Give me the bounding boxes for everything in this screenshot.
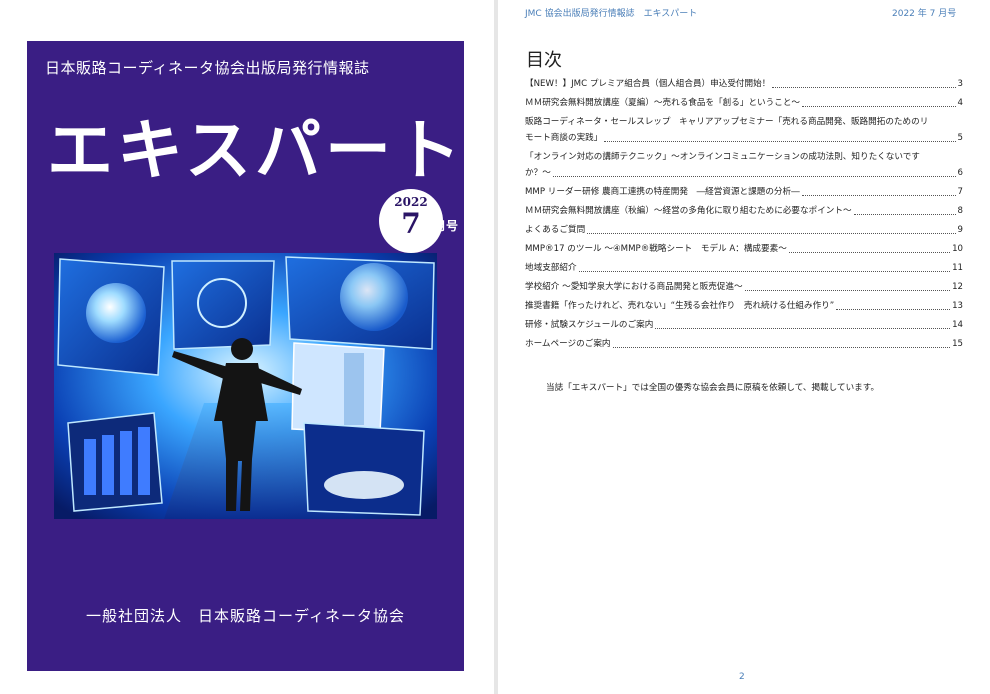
toc-item-page: 11 — [952, 263, 963, 273]
toc-item[interactable]: ＭＭ研究会無料開放講座（秋編）～経営の多角化に取り組むために必要なポイント～ 8 — [525, 203, 963, 219]
toc-leader — [802, 106, 956, 107]
cover-illustration — [54, 253, 437, 519]
toc-item[interactable]: MMP リーダー研修 農商工連携の特産開発 ―経営資源と課題の分析― 7 — [525, 184, 963, 200]
art-server-3 — [120, 431, 132, 495]
toc-item[interactable]: ホームページのご案内 15 — [525, 336, 963, 352]
toc-item-page: 14 — [952, 320, 963, 330]
toc-item-title: ＭＭ研究会無料開放講座（夏編）～売れる食品を「創る」ということ～ — [525, 98, 801, 108]
toc-leader — [552, 176, 956, 177]
running-header-issue: 2022 年 7 月号 — [892, 9, 957, 19]
toc-item[interactable]: MMP®17 のツール ～④MMP®戦略シート モデル A：構成要素～ 10 — [525, 241, 963, 257]
toc-leader — [744, 290, 951, 291]
art-panel-upper-center — [171, 260, 275, 350]
toc-item-title-line1: 販路コーディネータ・セールスレップ キャリアアップセミナー「売れる商品開発、販路… — [525, 117, 929, 127]
toc-item[interactable]: 推奨書籍「作ったけれど、売れない」“生残る会社作り 売れ続ける仕組み作り” 13 — [525, 298, 963, 314]
toc-item-title: 推奨書籍「作ったけれど、売れない」“生残る会社作り 売れ続ける仕組み作り” — [525, 301, 835, 311]
toc-leader — [853, 214, 956, 215]
toc-item[interactable]: 【NEW！】JMC プレミア組合員（個人組合員）申込受付開始！ 3 — [525, 76, 963, 92]
toc-leader — [612, 347, 951, 348]
art-globe-right — [340, 263, 408, 331]
toc-leader — [655, 328, 951, 329]
toc-item[interactable]: 研修・試験スケジュールのご案内 14 — [525, 317, 963, 333]
toc-item[interactable]: 地域支部紹介 11 — [525, 260, 963, 276]
toc-item[interactable]: 学校紹介 ～愛知学泉大学における商品開発と販売促進～ 12 — [525, 279, 963, 295]
toc-item-title: MMP®17 のツール ～④MMP®戦略シート モデル A：構成要素～ — [525, 244, 787, 254]
toc-item-page: 9 — [957, 225, 963, 235]
toc-leader — [587, 233, 956, 234]
intro-text: 当誌「エキスパート」では全国の優秀な協会会員に原稿を依頼して、掲載しています。 — [546, 383, 880, 393]
issue-suffix: 月号 — [434, 219, 459, 233]
magazine-cover: 日本販路コーディネータ協会出版局発行情報誌 エキスパート 2022 7 月号 一… — [27, 41, 464, 671]
toc-item-title: モート商談の実践」 — [525, 133, 603, 143]
toc-item[interactable]: 「オンライン対応の講師テクニック」～オンラインコミュニケーションの成功法則、知り… — [525, 149, 963, 181]
toc-item-title-line1: 「オンライン対応の講師テクニック」～オンラインコミュニケーションの成功法則、知り… — [525, 152, 920, 162]
right-page: JMC 協会出版局発行情報誌 エキスパート 2022 年 7 月号 目次 【NE… — [498, 0, 990, 694]
art-globe-left — [86, 283, 146, 343]
toc-item-page: 4 — [957, 98, 963, 108]
art-panel-building — [291, 342, 385, 434]
cover-subtitle: 日本販路コーディネータ協会出版局発行情報誌 — [45, 59, 370, 77]
toc-item-title: か？～ — [525, 168, 551, 178]
page-number: 2 — [739, 672, 745, 682]
table-of-contents: 【NEW！】JMC プレミア組合員（個人組合員）申込受付開始！ 3 ＭＭ研究会無料… — [525, 76, 963, 355]
toc-leader — [788, 252, 951, 253]
toc-leader — [836, 309, 951, 310]
art-server-4 — [138, 427, 150, 495]
toc-item[interactable]: 販路コーディネータ・セールスレップ キャリアアップセミナー「売れる商品開発、販路… — [525, 114, 963, 146]
art-server-2 — [102, 435, 114, 495]
toc-item-page: 13 — [952, 301, 963, 311]
toc-item-title: 学校紹介 ～愛知学泉大学における商品開発と販売促進～ — [525, 282, 743, 292]
toc-leader — [772, 87, 956, 88]
toc-item[interactable]: よくあるご質問 9 — [525, 222, 963, 238]
toc-leader — [801, 195, 956, 196]
left-page: 日本販路コーディネータ協会出版局発行情報誌 エキスパート 2022 7 月号 一… — [0, 0, 492, 694]
toc-item-page: 5 — [957, 133, 963, 143]
art-sunrise — [324, 471, 404, 499]
toc-item-page: 6 — [957, 168, 963, 178]
toc-item-page: 8 — [957, 206, 963, 216]
toc-item-page: 3 — [957, 79, 963, 89]
toc-item-title: 地域支部紹介 — [525, 263, 577, 273]
toc-item-title: ＭＭ研究会無料開放講座（秋編）～経営の多角化に取り組むために必要なポイント～ — [525, 206, 852, 216]
toc-item[interactable]: ＭＭ研究会無料開放講座（夏編）～売れる食品を「創る」ということ～ 4 — [525, 95, 963, 111]
toc-leader — [578, 271, 951, 272]
cover-illustration-svg — [54, 253, 437, 519]
toc-item-page: 7 — [957, 187, 963, 197]
toc-item-title: 研修・試験スケジュールのご案内 — [525, 320, 654, 330]
toc-item-title: MMP リーダー研修 農商工連携の特産開発 ―経営資源と課題の分析― — [525, 187, 800, 197]
art-building — [344, 353, 364, 425]
toc-leader — [604, 141, 956, 142]
toc-heading: 目次 — [526, 50, 562, 71]
running-header-title: JMC 協会出版局発行情報誌 エキスパート — [525, 9, 698, 19]
toc-item-title: よくあるご質問 — [525, 225, 586, 235]
toc-item-title: ホームページのご案内 — [525, 339, 611, 349]
toc-item-title: 【NEW！】JMC プレミア組合員（個人組合員）申込受付開始！ — [525, 79, 771, 89]
art-panel-earth — [303, 422, 425, 516]
toc-item-page: 10 — [952, 244, 963, 254]
cover-publisher: 一般社団法人 日本販路コーディネータ協会 — [86, 607, 405, 625]
cover-title: エキスパート — [47, 111, 466, 189]
toc-item-page: 12 — [952, 282, 963, 292]
toc-item-page: 15 — [952, 339, 963, 349]
art-server-1 — [84, 439, 96, 495]
